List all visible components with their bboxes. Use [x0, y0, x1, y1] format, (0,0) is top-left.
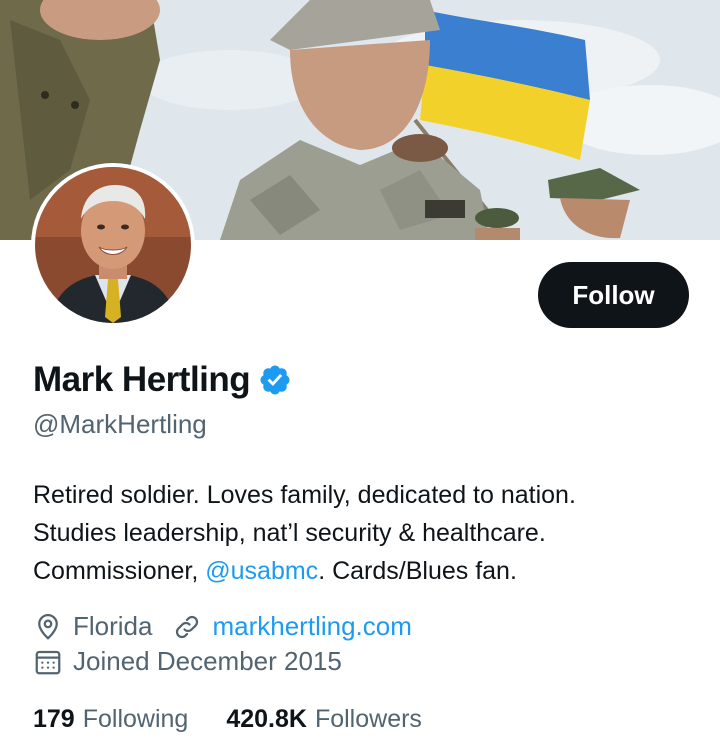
bio-line-3: Commissioner, @usabmc. Cards/Blues fan. [33, 552, 683, 590]
link-icon [172, 612, 202, 642]
display-name: Mark Hertling [33, 360, 251, 399]
bio: Retired soldier. Loves family, dedicated… [33, 476, 683, 590]
followers-label: Followers [314, 705, 422, 733]
location-text: Florida [73, 611, 153, 641]
bio-line-1: Retired soldier. Loves family, dedicated… [33, 481, 576, 509]
avatar[interactable] [31, 163, 195, 327]
calendar-icon [33, 647, 63, 677]
bio-line-3-suffix: . Cards/Blues fan. [318, 557, 517, 585]
location-pin-icon [33, 612, 63, 642]
website-link[interactable]: markhertling.com [212, 611, 411, 642]
profile-meta-row: Florida markhertling.com [33, 611, 432, 642]
user-handle: @MarkHertling [33, 409, 207, 439]
followers-stat[interactable]: 420.8K Followers [226, 705, 422, 734]
follow-button[interactable]: Follow [538, 262, 689, 328]
bio-mention-link[interactable]: @usabmc [205, 557, 318, 585]
website-item[interactable]: markhertling.com [172, 611, 412, 642]
joined-row: Joined December 2015 [33, 646, 362, 677]
name-row: Mark Hertling [33, 360, 292, 400]
bio-line-3-prefix: Commissioner, [33, 557, 206, 585]
following-stat[interactable]: 179 Following [33, 705, 188, 734]
avatar-photo [35, 167, 191, 323]
followers-count: 420.8K [226, 705, 307, 733]
following-count: 179 [33, 705, 75, 733]
following-label: Following [82, 705, 189, 733]
joined-item: Joined December 2015 [33, 646, 342, 677]
verified-badge-icon[interactable] [258, 363, 292, 397]
location-item: Florida [33, 611, 152, 642]
bio-line-2: Studies leadership, nat’l security & hea… [33, 519, 546, 547]
joined-text: Joined December 2015 [73, 646, 342, 676]
follow-stats: 179 Following 420.8K Followers [33, 705, 460, 734]
